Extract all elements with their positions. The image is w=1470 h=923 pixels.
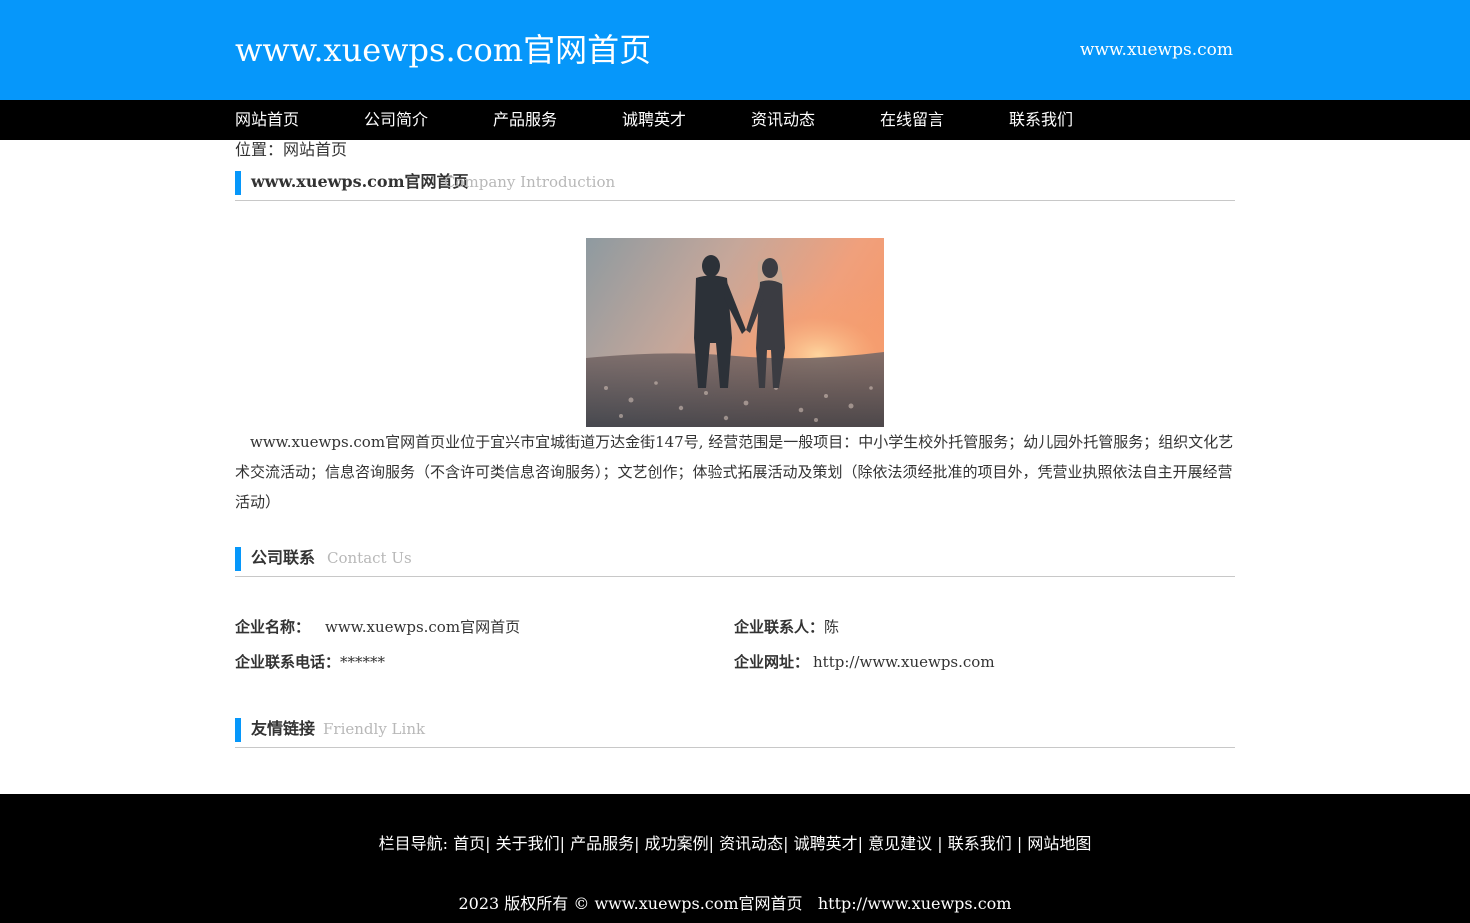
intro-section-title: www.xuewps.com官网首页 — [251, 172, 469, 191]
website-value[interactable]: http://www.xuewps.com — [813, 652, 995, 672]
nav-item-message[interactable]: 在线留言 — [880, 100, 944, 140]
site-title[interactable]: www.xuewps.com官网首页 — [235, 30, 651, 70]
section-accent-bar — [235, 547, 241, 571]
footer-url-link[interactable]: http://www.xuewps.com — [818, 894, 1012, 913]
footer-link-careers[interactable]: 诚聘英才 — [794, 834, 858, 853]
header-domain[interactable]: www.xuewps.com — [1080, 38, 1233, 62]
intro-section-header: www.xuewps.com官网首页 Company Introduction — [235, 165, 1235, 201]
nav-item-products[interactable]: 产品服务 — [493, 100, 557, 140]
company-photo — [586, 238, 884, 427]
site-header: www.xuewps.com官网首页 www.xuewps.com — [0, 0, 1470, 100]
footer-link-news[interactable]: 资讯动态 — [719, 834, 783, 853]
section-accent-bar — [235, 718, 241, 742]
breadcrumb: 位置：网站首页 — [235, 140, 348, 159]
nav-item-home[interactable]: 网站首页 — [235, 100, 299, 140]
footer-copyright: 2023 版权所有 © www.xuewps.com官网首页 http://ww… — [0, 894, 1470, 914]
nav-item-careers[interactable]: 诚聘英才 — [622, 100, 686, 140]
footer-nav: 栏目导航: 首页| 关于我们| 产品服务| 成功案例| 资讯动态| 诚聘英才| … — [378, 834, 1092, 853]
company-name-value: www.xuewps.com官网首页 — [325, 618, 521, 636]
contact-person-value: 陈 — [824, 618, 840, 636]
footer-link-feedback[interactable]: 意见建议 — [868, 834, 932, 853]
footer-link-sitemap[interactable]: 网站地图 — [1027, 834, 1091, 853]
nav-item-about[interactable]: 公司简介 — [364, 100, 428, 140]
footer-nav-prefix: 栏目导航: — [378, 834, 454, 853]
intro-text: www.xuewps.com官网首页业位于宜兴市宜城街道万达金街147号, 经营… — [235, 433, 1234, 511]
copyright-text: 2023 版权所有 © www.xuewps.com官网首页 — [458, 894, 803, 913]
footer-link-contact[interactable]: 联系我们 — [948, 834, 1012, 853]
links-section-subtitle: Friendly Link — [323, 720, 426, 738]
links-section-header: 友情链接 Friendly Link — [235, 712, 1235, 748]
phone-value: ****** — [340, 653, 385, 671]
footer-link-cases[interactable]: 成功案例 — [645, 834, 709, 853]
nav-item-news[interactable]: 资讯动态 — [751, 100, 815, 140]
contact-section-title: 公司联系 — [251, 548, 316, 567]
company-name-label: 企业名称： — [235, 618, 311, 636]
section-accent-bar — [235, 171, 241, 195]
website-label: 企业网址： — [734, 653, 810, 671]
main-nav: 网站首页 公司简介 产品服务 诚聘英才 资讯动态 在线留言 联系我们 — [0, 100, 1470, 140]
nav-item-contact[interactable]: 联系我们 — [1009, 100, 1073, 140]
phone-label: 企业联系电话： — [235, 653, 341, 671]
footer-link-products[interactable]: 产品服务 — [570, 834, 634, 853]
links-section-title: 友情链接 — [251, 719, 316, 738]
footer-link-home[interactable]: 首页 — [453, 834, 485, 853]
contact-section-subtitle: Contact Us — [327, 549, 412, 567]
contact-person-label: 企业联系人： — [734, 618, 825, 636]
intro-section-subtitle: Company Introduction — [444, 173, 616, 191]
contact-section-header: 公司联系 Contact Us — [235, 541, 1235, 577]
site-footer: 栏目导航: 首页| 关于我们| 产品服务| 成功案例| 资讯动态| 诚聘英才| … — [0, 794, 1470, 923]
footer-link-about[interactable]: 关于我们 — [496, 834, 560, 853]
